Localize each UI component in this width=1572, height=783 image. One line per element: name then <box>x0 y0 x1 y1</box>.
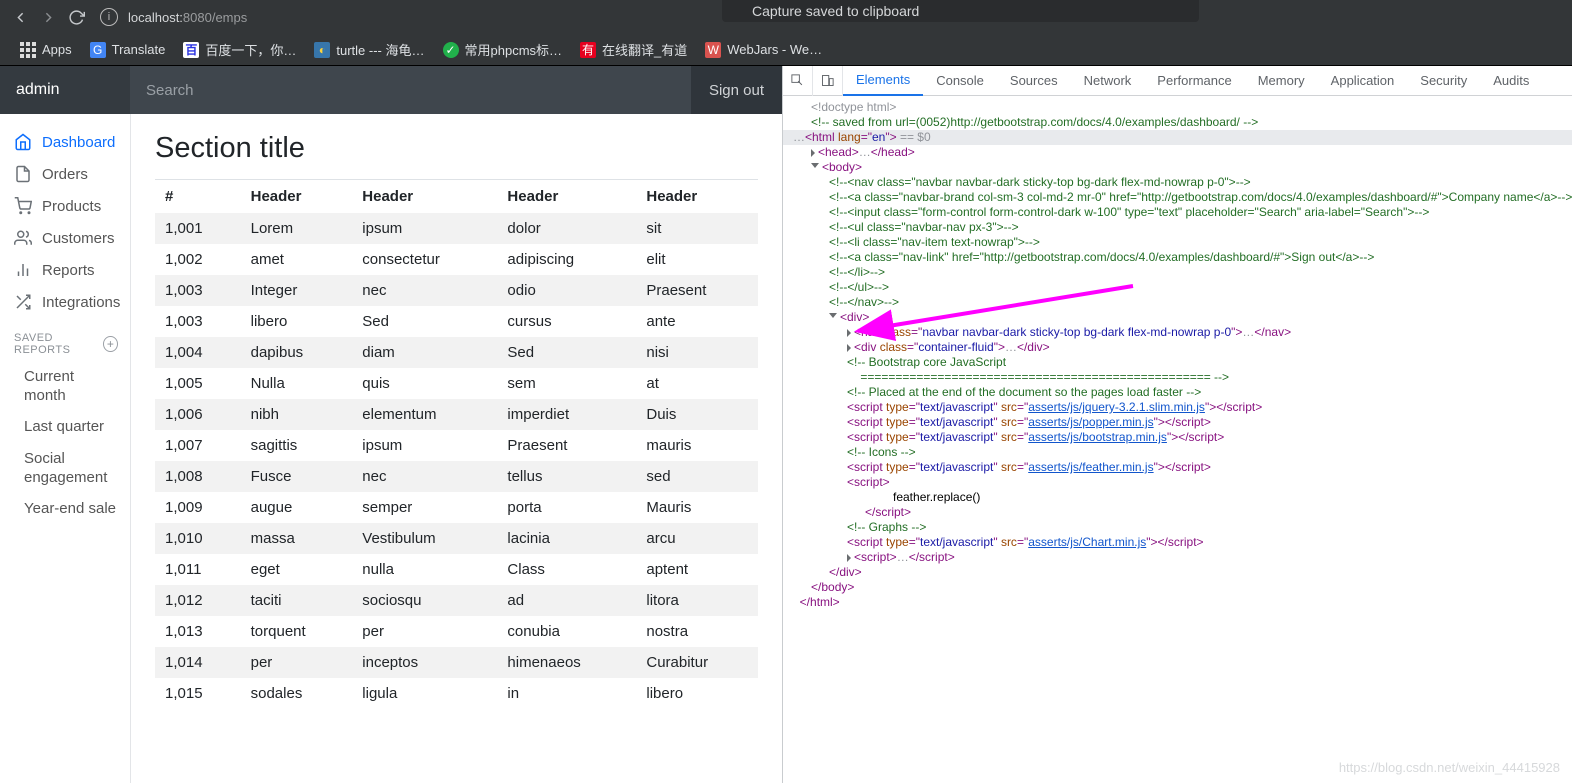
table-row: 1,015sodalesligulainlibero <box>155 678 758 709</box>
devtools-tab-sources[interactable]: Sources <box>997 66 1071 96</box>
devtools-tab-application[interactable]: Application <box>1318 66 1408 96</box>
devtools-panel: ElementsConsoleSourcesNetworkPerformance… <box>782 66 1572 783</box>
sidebar-item-customers[interactable]: Customers <box>0 222 130 254</box>
table-row: 1,005Nullaquissemat <box>155 368 758 399</box>
devtools-tab-elements[interactable]: Elements <box>843 66 923 96</box>
sidebar-item-reports[interactable]: Reports <box>0 254 130 286</box>
devtools-tab-audits[interactable]: Audits <box>1480 66 1542 96</box>
add-report-icon[interactable]: + <box>103 336 118 352</box>
section-title: Section title <box>155 132 758 165</box>
saved-report-item[interactable]: Social engagement <box>0 444 130 494</box>
sidebar-item-orders[interactable]: Orders <box>0 158 130 190</box>
table-row: 1,003liberoSedcursusante <box>155 306 758 337</box>
table-row: 1,002ametconsecteturadipiscingelit <box>155 244 758 275</box>
url-port: 8080 <box>183 10 212 25</box>
bookmark-item[interactable]: ✓常用phpcms标… <box>437 37 569 62</box>
bookmark-item[interactable]: 百百度一下，你… <box>177 37 302 62</box>
devtools-tab-console[interactable]: Console <box>923 66 997 96</box>
table-row: 1,014perinceptoshimenaeosCurabitur <box>155 647 758 678</box>
brand[interactable]: admin <box>0 81 130 99</box>
device-toolbar-icon[interactable] <box>813 66 843 96</box>
site-info-icon[interactable]: i <box>100 8 118 26</box>
page-topbar: admin Sign out <box>0 66 782 114</box>
table-row: 1,012tacitisociosquadlitora <box>155 585 758 616</box>
table-row: 1,001Loremipsumdolorsit <box>155 213 758 244</box>
bookmarks-bar: Apps GTranslate百百度一下，你…◐turtle --- 海龟… ✓常用… <box>0 34 1572 66</box>
stage: admin Sign out DashboardOrdersProductsCu… <box>0 66 1572 783</box>
devtools-tab-memory[interactable]: Memory <box>1245 66 1318 96</box>
col-header: Header <box>636 180 758 214</box>
integrations-icon <box>14 293 32 311</box>
admin-page: admin Sign out DashboardOrdersProductsCu… <box>0 66 782 783</box>
forward-button[interactable] <box>34 3 62 31</box>
table-row: 1,006nibhelementumimperdietDuis <box>155 399 758 430</box>
bookmark-item[interactable]: GTranslate <box>84 39 172 61</box>
bookmark-item[interactable]: ◐turtle --- 海龟… <box>308 37 430 62</box>
reload-button[interactable] <box>62 3 90 31</box>
table-body: 1,001Loremipsumdolorsit1,002ametconsecte… <box>155 213 758 709</box>
signout-link[interactable]: Sign out <box>691 66 782 114</box>
saved-report-item[interactable]: Last quarter <box>0 412 130 445</box>
table-row: 1,009auguesemperportaMauris <box>155 492 758 523</box>
saved-reports-label: SAVED REPORTS <box>14 332 103 356</box>
clipboard-toast: Capture saved to clipboard <box>722 0 1199 22</box>
devtools-tab-performance[interactable]: Performance <box>1144 66 1244 96</box>
col-header: Header <box>241 180 353 214</box>
devtools-tabs: ElementsConsoleSourcesNetworkPerformance… <box>783 66 1572 96</box>
sidebar-item-dashboard[interactable]: Dashboard <box>0 126 130 158</box>
toolbar-row: i localhost:8080/emps Capture saved to c… <box>0 0 1572 34</box>
url-host: localhost: <box>128 10 183 25</box>
table-row: 1,008Fuscenectellussed <box>155 461 758 492</box>
data-table: #HeaderHeaderHeaderHeader 1,001Loremipsu… <box>155 179 758 709</box>
saved-reports-header: SAVED REPORTS + <box>0 318 130 362</box>
orders-icon <box>14 165 32 183</box>
inspect-element-icon[interactable] <box>783 66 813 96</box>
saved-report-item[interactable]: Current month <box>0 362 130 412</box>
elements-tree[interactable]: <!doctype html><!-- saved from url=(0052… <box>783 96 1572 783</box>
search-wrap <box>130 66 691 114</box>
devtools-tab-security[interactable]: Security <box>1407 66 1480 96</box>
url-path: /emps <box>212 10 247 25</box>
col-header: Header <box>497 180 636 214</box>
main-content: Section title #HeaderHeaderHeaderHeader … <box>131 114 782 783</box>
watermark: https://blog.csdn.net/weixin_44415928 <box>1339 760 1560 775</box>
products-icon <box>14 197 32 215</box>
back-button[interactable] <box>6 3 34 31</box>
sidebar-item-products[interactable]: Products <box>0 190 130 222</box>
reports-icon <box>14 261 32 279</box>
table-row: 1,004dapibusdiamSednisi <box>155 337 758 368</box>
bookmark-item[interactable]: WWebJars - We… <box>699 39 828 61</box>
browser-chrome: i localhost:8080/emps Capture saved to c… <box>0 0 1572 66</box>
devtools-tab-network[interactable]: Network <box>1071 66 1145 96</box>
table-row: 1,007sagittisipsumPraesentmauris <box>155 430 758 461</box>
col-header: # <box>155 180 241 214</box>
bookmark-item[interactable]: 有在线翻译_有道 <box>574 37 693 62</box>
search-input[interactable] <box>130 66 691 114</box>
sidebar-item-integrations[interactable]: Integrations <box>0 286 130 318</box>
table-row: 1,011egetnullaClassaptent <box>155 554 758 585</box>
bookmark-item[interactable]: Apps <box>14 39 78 61</box>
table-row: 1,010massaVestibulumlaciniaarcu <box>155 523 758 554</box>
table-row: 1,003IntegernecodioPraesent <box>155 275 758 306</box>
saved-report-item[interactable]: Year-end sale <box>0 494 130 527</box>
col-header: Header <box>352 180 497 214</box>
sidebar: DashboardOrdersProductsCustomersReportsI… <box>0 114 131 783</box>
table-header-row: #HeaderHeaderHeaderHeader <box>155 180 758 214</box>
dashboard-icon <box>14 133 32 151</box>
table-row: 1,013torquentperconubianostra <box>155 616 758 647</box>
customers-icon <box>14 229 32 247</box>
